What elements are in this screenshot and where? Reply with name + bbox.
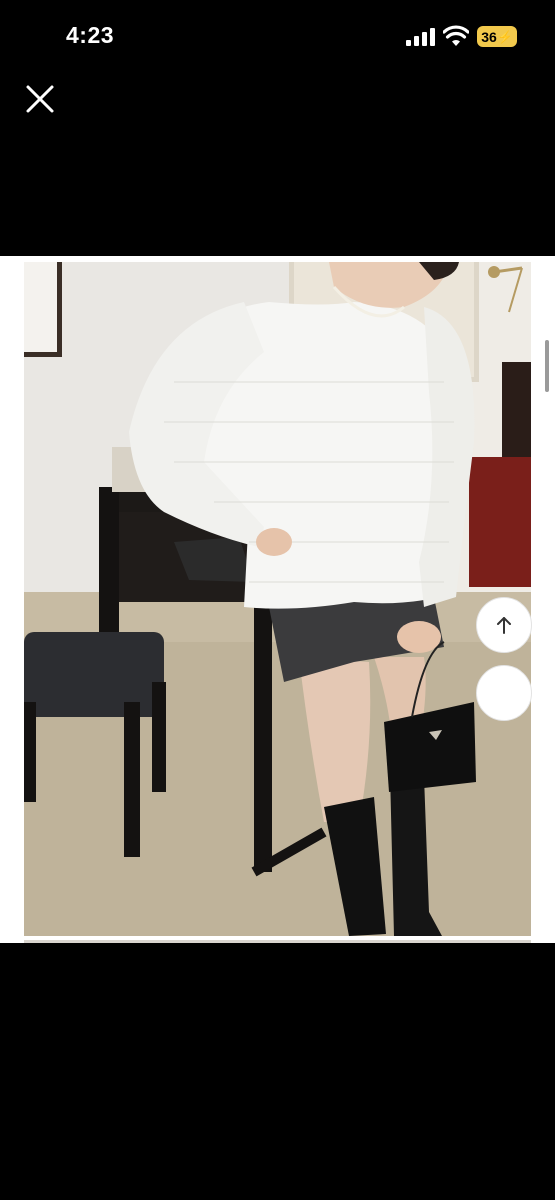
arrow-up-icon [497, 617, 511, 634]
charging-bolt-icon: ⚡ [497, 29, 513, 44]
wifi-icon [443, 25, 469, 46]
photo-viewer [0, 256, 555, 943]
status-bar: 4:23 36 ⚡ [0, 0, 555, 75]
product-photo-image [24, 262, 531, 936]
close-button[interactable] [20, 79, 60, 119]
battery-level: 36 [481, 28, 497, 45]
cellular-signal-icon [406, 28, 435, 46]
product-photo[interactable] [24, 262, 531, 936]
close-icon [26, 85, 54, 113]
floating-action-button[interactable] [476, 665, 532, 721]
photo-bottom-edge [24, 940, 531, 943]
status-time: 4:23 [66, 22, 115, 48]
battery-charging-icon: 36 ⚡ [477, 26, 517, 47]
scroll-indicator [545, 340, 549, 392]
scroll-to-top-button[interactable] [476, 597, 532, 653]
